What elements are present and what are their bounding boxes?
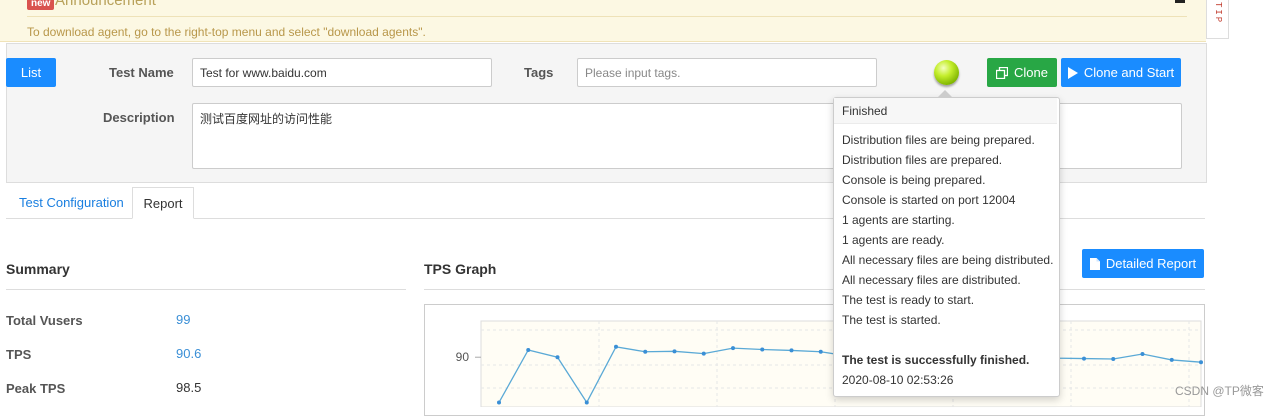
tps-data-point: [789, 348, 794, 353]
tags-input[interactable]: [577, 58, 877, 87]
watermark: CSDN @TP微客: [1175, 384, 1264, 398]
tps-data-point: [672, 349, 677, 354]
copy-icon: [996, 66, 1009, 79]
list-button[interactable]: List: [6, 58, 56, 87]
popover-log-line: 1 agents are starting.: [842, 213, 955, 227]
tags-label: Tags: [524, 65, 554, 80]
total-vusers-value: 99: [176, 312, 191, 327]
tps-data-point: [1111, 357, 1116, 362]
popover-log-line: 1 agents are ready.: [842, 233, 945, 247]
tps-chart: 90: [456, 320, 1203, 407]
tps-value: 90.6: [176, 346, 202, 361]
test-name-input[interactable]: [192, 58, 492, 87]
announcement-title: Announcement: [55, 0, 156, 9]
announcement-divider: [27, 16, 1187, 17]
tps-data-point: [701, 351, 706, 356]
tps-data-point: [643, 349, 648, 354]
tps-divider: [424, 289, 1205, 290]
tps-data-point: [818, 349, 823, 354]
detailed-report-label: Detailed Report: [1105, 256, 1197, 271]
tps-data-point: [497, 400, 501, 405]
tps-data-point: [526, 347, 531, 352]
popover-log-line: Console is being prepared.: [842, 173, 986, 187]
tps-data-point: [1140, 352, 1145, 357]
tps-data-point: [614, 344, 618, 349]
popover-title: Finished: [834, 98, 1057, 124]
tps-data-point: [1082, 356, 1086, 361]
tps-data-point: [731, 346, 735, 351]
peak-tps-value: 98.5: [176, 380, 202, 395]
detailed-report-button[interactable]: Detailed Report: [1082, 249, 1204, 278]
summary-divider: [6, 289, 406, 290]
clone-button-label: Clone: [1014, 65, 1048, 80]
tps-data-point: [584, 400, 589, 405]
announcement-text: To download agent, go to the right-top m…: [27, 25, 426, 39]
tab-test-configuration[interactable]: Test Configuration: [10, 189, 133, 219]
popover-log-line: All necessary files are distributed.: [842, 273, 1021, 287]
play-icon: [1067, 66, 1078, 79]
popover-log-line: All necessary files are being distribute…: [842, 253, 1054, 267]
status-indicator-icon[interactable]: [934, 60, 959, 85]
tps-data-point: [1199, 360, 1203, 365]
popover-log-line: The test is started.: [842, 313, 941, 327]
popover-log-line: Console is started on port 12004: [842, 193, 1016, 207]
description-label: Description: [103, 110, 175, 125]
tps-data-point: [760, 347, 765, 352]
popover-final-line: The test is successfully finished.: [842, 353, 1030, 367]
total-vusers-label: Total Vusers: [6, 313, 83, 328]
peak-tps-label: Peak TPS: [6, 381, 66, 396]
popover-log-line: The test is ready to start.: [842, 293, 975, 307]
y-axis-tick-label: 90: [456, 350, 470, 364]
popover-timestamp: 2020-08-10 02:53:26: [842, 373, 954, 387]
tip-tab-label: TIP: [1213, 2, 1223, 25]
collapse-icon[interactable]: [1175, 0, 1185, 3]
summary-title: Summary: [6, 261, 70, 277]
clone-button[interactable]: Clone: [987, 58, 1057, 87]
test-name-label: Test Name: [109, 65, 174, 80]
tps-data-point: [1169, 357, 1174, 362]
clone-and-start-button[interactable]: Clone and Start: [1061, 58, 1181, 87]
popover-arrow: [938, 90, 952, 97]
tps-label: TPS: [6, 347, 32, 362]
new-badge: new: [27, 0, 55, 10]
tps-data-point: [555, 355, 560, 360]
popover-log-line: Distribution files are prepared.: [842, 153, 1003, 167]
popover-log-line: Distribution files are being prepared.: [842, 133, 1035, 147]
document-icon: [1089, 257, 1100, 270]
clone-and-start-label: Clone and Start: [1083, 65, 1175, 80]
tps-graph-title: TPS Graph: [424, 261, 497, 277]
tab-report[interactable]: Report: [132, 187, 194, 219]
tps-chart-container: 90: [424, 304, 1205, 416]
